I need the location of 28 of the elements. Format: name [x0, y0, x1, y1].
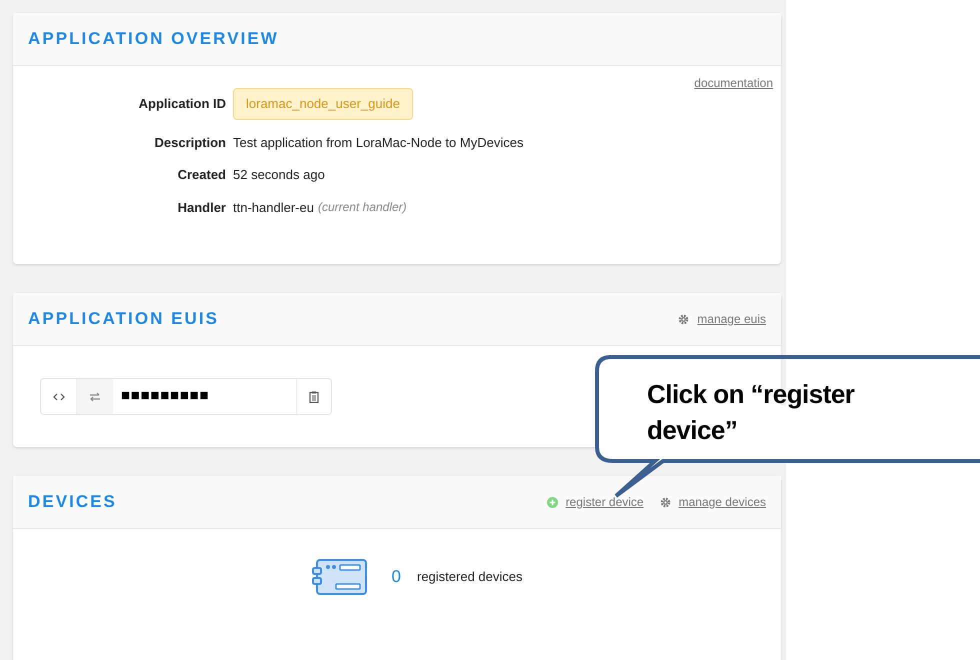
- device-board-icon: [312, 559, 368, 595]
- plus-circle-icon: [546, 496, 558, 508]
- callout-text: Click on “register device”: [647, 378, 856, 447]
- manage-devices-link[interactable]: manage devices: [678, 493, 766, 511]
- code-icon[interactable]: [52, 392, 64, 400]
- documentation-link[interactable]: documentation: [694, 74, 773, 92]
- field-note: (current handler): [318, 199, 407, 216]
- field-label: Application ID: [138, 95, 227, 113]
- section-title: APPLICATION OVERVIEW: [28, 28, 279, 50]
- field-value: Test application from LoraMac-Node to MyDevices: [233, 134, 524, 152]
- swap-icon[interactable]: [89, 392, 101, 402]
- eui-field[interactable]: ■■■■■■■■■: [40, 378, 332, 415]
- field-value: ttn-handler-eu: [233, 198, 314, 216]
- eui-value: ■■■■■■■■■: [113, 379, 297, 414]
- clipboard-icon[interactable]: [309, 390, 319, 402]
- field-label: Created: [176, 166, 227, 184]
- register-device-link[interactable]: register device: [566, 493, 644, 511]
- device-count: 0: [392, 566, 401, 588]
- gear-icon: [660, 496, 671, 508]
- field-label: Description: [153, 134, 227, 152]
- field-value: 52 seconds ago: [233, 166, 325, 184]
- section-title: DEVICES: [28, 491, 117, 514]
- device-count-label: registered devices: [416, 568, 522, 586]
- section-title: APPLICATION EUIS: [28, 308, 220, 330]
- application-id-badge: loramac_node_user_guide: [233, 88, 413, 120]
- gear-icon: [678, 314, 690, 324]
- field-label: Handler: [176, 198, 227, 216]
- manage-euis-link[interactable]: manage euis: [697, 310, 766, 328]
